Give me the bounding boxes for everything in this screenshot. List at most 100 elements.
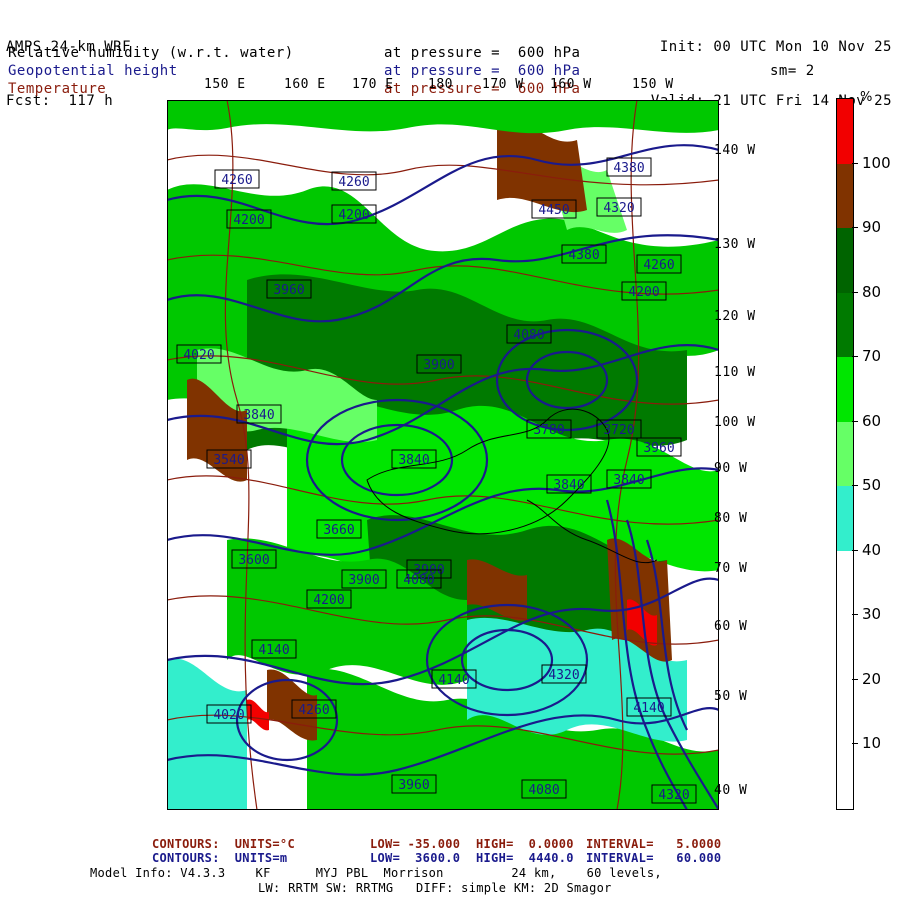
lat-label: 140 W: [714, 143, 756, 158]
colorbar-segment: [837, 228, 853, 294]
height-contours-label: CONTOURS: UNITS=m: [152, 851, 288, 865]
lat-label: 110 W: [714, 365, 756, 380]
svg-text:3840: 3840: [553, 478, 584, 493]
height-label: 4260: [331, 171, 377, 191]
colorbar-tick: [852, 420, 858, 422]
svg-text:4140: 4140: [438, 673, 469, 688]
svg-text:3720: 3720: [603, 423, 634, 438]
height-label: 4260: [636, 254, 682, 274]
colorbar-label: 60: [862, 411, 882, 430]
colorbar-tick: [852, 227, 858, 229]
svg-text:4450: 4450: [538, 203, 569, 218]
model-info-radiation: LW: RRTM SW: RRTMG DIFF: simple KM: 2D S…: [258, 881, 612, 895]
field-rh-name: Relative humidity (w.r.t. water): [8, 45, 294, 61]
height-label: 3540: [206, 449, 252, 469]
height-label: 3960: [391, 774, 437, 794]
field-height-name: Geopotential height: [8, 63, 178, 79]
height-label: 4020: [206, 704, 252, 724]
svg-text:4200: 4200: [233, 213, 264, 228]
height-label: 3600: [231, 549, 277, 569]
svg-text:3900: 3900: [423, 358, 454, 373]
lon-label: 170 E: [352, 77, 394, 92]
height-contours-interval: INTERVAL= 60.000: [586, 851, 722, 865]
lat-label: 40 W: [714, 783, 748, 798]
height-label: 4200: [226, 209, 272, 229]
colorbar-tick: [852, 614, 858, 616]
height-contours-high: HIGH= 4440.0: [476, 851, 574, 865]
height-label: 4140: [626, 697, 672, 717]
smoothing-label: sm= 2: [770, 63, 815, 79]
colorbar-tick: [852, 291, 858, 293]
lon-label: 160 W: [550, 77, 592, 92]
height-label: 4450: [531, 199, 577, 219]
height-label: 4200: [306, 589, 352, 609]
colorbar-segment: [837, 744, 853, 810]
lat-label: 120 W: [714, 309, 756, 324]
height-label: 4260: [214, 169, 260, 189]
lat-label: 60 W: [714, 619, 748, 634]
colorbar-tick: [852, 356, 858, 358]
colorbar-segment: [837, 357, 853, 423]
svg-text:4080: 4080: [528, 783, 559, 798]
colorbar-tick: [852, 162, 858, 164]
colorbar-label: 30: [862, 605, 882, 624]
height-label: 3900: [341, 569, 387, 589]
height-label: 3660: [316, 519, 362, 539]
svg-text:4320: 4320: [658, 788, 689, 803]
colorbar-label: 40: [862, 540, 882, 559]
lon-label: 160 E: [284, 77, 326, 92]
height-label: 3780: [526, 419, 572, 439]
svg-text:3960: 3960: [273, 283, 304, 298]
height-label: 3960: [636, 437, 682, 457]
temp-contours-low: LOW= -35.000: [370, 837, 461, 851]
temp-contours-high: HIGH= 0.0000: [476, 837, 574, 851]
colorbar-segment: [837, 550, 853, 616]
colorbar-label: 10: [862, 734, 882, 753]
lat-label: 130 W: [714, 237, 756, 252]
height-label: 4140: [431, 669, 477, 689]
height-label: 3840: [391, 449, 437, 469]
svg-text:3960: 3960: [398, 778, 429, 793]
svg-text:4320: 4320: [548, 668, 579, 683]
height-label: 4080: [396, 569, 442, 589]
height-label: 4320: [596, 197, 642, 217]
height-label: 4320: [651, 784, 697, 804]
svg-text:3780: 3780: [533, 423, 564, 438]
colorbar-segment: [837, 421, 853, 487]
height-label: 3840: [546, 474, 592, 494]
lon-label: 180: [428, 77, 453, 92]
height-label: 3960: [266, 279, 312, 299]
height-label: 4200: [331, 204, 377, 224]
height-label: 3840: [606, 469, 652, 489]
svg-text:4140: 4140: [258, 643, 289, 658]
svg-text:4260: 4260: [338, 175, 369, 190]
height-label: 3900: [416, 354, 462, 374]
colorbar-unit: %: [860, 90, 873, 105]
height-label: 4380: [606, 157, 652, 177]
colorbar-label: 20: [862, 669, 882, 688]
height-label: 3720: [596, 419, 642, 439]
temp-contours-interval: INTERVAL= 5.0000: [586, 837, 722, 851]
svg-text:3540: 3540: [213, 453, 244, 468]
svg-text:4260: 4260: [643, 258, 674, 273]
colorbar-label: 100: [862, 153, 891, 172]
height-contours-low: LOW= 3600.0: [370, 851, 461, 865]
height-label: 4200: [621, 281, 667, 301]
svg-text:4260: 4260: [221, 173, 252, 188]
colorbar-label: 90: [862, 218, 882, 237]
colorbar-segment: [837, 163, 853, 229]
svg-text:4200: 4200: [313, 593, 344, 608]
colorbar: [836, 98, 854, 810]
height-label: 4140: [251, 639, 297, 659]
weather-map[interactable]: 4260 4260 4200 4200 4380 4450 4320 4380 4080 4020…: [167, 100, 719, 810]
svg-text:4080: 4080: [403, 573, 434, 588]
colorbar-label: 50: [862, 476, 882, 495]
lat-label: 50 W: [714, 689, 748, 704]
colorbar-tick: [852, 743, 858, 745]
lat-label: 70 W: [714, 561, 748, 576]
svg-text:3840: 3840: [398, 453, 429, 468]
svg-text:4380: 4380: [568, 248, 599, 263]
lon-label: 170 W: [482, 77, 524, 92]
svg-text:4320: 4320: [603, 201, 634, 216]
svg-text:3960: 3960: [643, 441, 674, 456]
